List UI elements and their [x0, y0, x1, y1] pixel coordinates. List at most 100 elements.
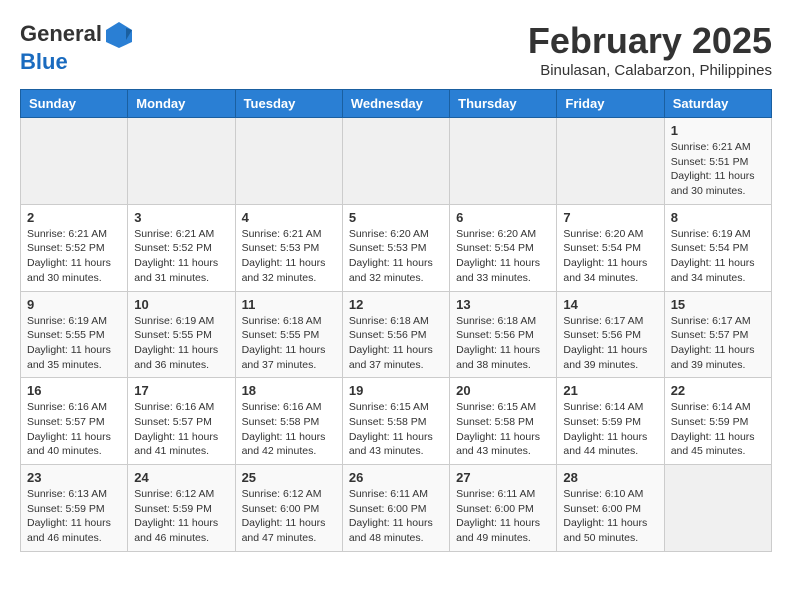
- day-number: 22: [671, 383, 765, 398]
- calendar-cell: 22Sunrise: 6:14 AM Sunset: 5:59 PM Dayli…: [664, 378, 771, 465]
- calendar-cell: [557, 118, 664, 205]
- day-info: Sunrise: 6:12 AM Sunset: 6:00 PM Dayligh…: [242, 487, 336, 546]
- calendar-cell: 10 Sunrise: 6:19 AM Sunset: 5:55 PM Dayli…: [128, 291, 235, 378]
- day-number: 9: [27, 297, 121, 312]
- logo-icon: [104, 20, 134, 50]
- calendar-cell: 9 Sunrise: 6:19 AM Sunset: 5:55 PM Daylig…: [21, 291, 128, 378]
- day-info: Sunrise: 6:19 AM Sunset: 5:55 PM Dayligh…: [134, 314, 228, 373]
- day-number: 8: [671, 210, 765, 225]
- title-area: February 2025 Binulasan, Calabarzon, Phi…: [528, 20, 772, 79]
- day-number: 21: [563, 383, 657, 398]
- col-friday: Friday: [557, 90, 664, 118]
- calendar-header-row: Sunday Monday Tuesday Wednesday Thursday…: [21, 90, 772, 118]
- day-info: Sunrise: 6:21 AM Sunset: 5:51 PM Dayligh…: [671, 140, 765, 199]
- calendar-cell: 3 Sunrise: 6:21 AM Sunset: 5:52 PM Daylig…: [128, 204, 235, 291]
- calendar-cell: [21, 118, 128, 205]
- calendar-cell: [235, 118, 342, 205]
- calendar-cell: 14 Sunrise: 6:17 AM Sunset: 5:56 PM Dayli…: [557, 291, 664, 378]
- day-number: 27: [456, 470, 550, 485]
- day-info: Sunrise: 6:12 AM Sunset: 5:59 PM Dayligh…: [134, 487, 228, 546]
- calendar-cell: 7 Sunrise: 6:20 AM Sunset: 5:54 PM Daylig…: [557, 204, 664, 291]
- day-number: 11: [242, 297, 336, 312]
- day-number: 3: [134, 210, 228, 225]
- calendar-cell: 20 Sunrise: 6:15 AM Sunset: 5:58 PM Dayli…: [450, 378, 557, 465]
- day-info: Sunrise: 6:20 AM Sunset: 5:54 PM Dayligh…: [563, 227, 657, 286]
- day-info: Sunrise: 6:10 AM Sunset: 6:00 PM Dayligh…: [563, 487, 657, 546]
- calendar-cell: 1Sunrise: 6:21 AM Sunset: 5:51 PM Daylig…: [664, 118, 771, 205]
- logo: General Blue: [20, 20, 134, 74]
- calendar-cell: 25 Sunrise: 6:12 AM Sunset: 6:00 PM Dayli…: [235, 465, 342, 552]
- day-number: 28: [563, 470, 657, 485]
- calendar-cell: 16 Sunrise: 6:16 AM Sunset: 5:57 PM Dayli…: [21, 378, 128, 465]
- calendar-cell: 28 Sunrise: 6:10 AM Sunset: 6:00 PM Dayli…: [557, 465, 664, 552]
- calendar-week-2: 2Sunrise: 6:21 AM Sunset: 5:52 PM Daylig…: [21, 204, 772, 291]
- day-info: Sunrise: 6:18 AM Sunset: 5:56 PM Dayligh…: [456, 314, 550, 373]
- calendar-cell: 5Sunrise: 6:20 AM Sunset: 5:53 PM Daylig…: [342, 204, 449, 291]
- day-number: 4: [242, 210, 336, 225]
- calendar-cell: 27 Sunrise: 6:11 AM Sunset: 6:00 PM Dayli…: [450, 465, 557, 552]
- calendar-cell: 11 Sunrise: 6:18 AM Sunset: 5:55 PM Dayli…: [235, 291, 342, 378]
- calendar-cell: [342, 118, 449, 205]
- day-info: Sunrise: 6:21 AM Sunset: 5:52 PM Dayligh…: [134, 227, 228, 286]
- day-number: 17: [134, 383, 228, 398]
- calendar-cell: 4 Sunrise: 6:21 AM Sunset: 5:53 PM Daylig…: [235, 204, 342, 291]
- calendar-week-5: 23Sunrise: 6:13 AM Sunset: 5:59 PM Dayli…: [21, 465, 772, 552]
- day-number: 24: [134, 470, 228, 485]
- day-number: 20: [456, 383, 550, 398]
- day-number: 5: [349, 210, 443, 225]
- day-info: Sunrise: 6:15 AM Sunset: 5:58 PM Dayligh…: [456, 400, 550, 459]
- day-info: Sunrise: 6:17 AM Sunset: 5:56 PM Dayligh…: [563, 314, 657, 373]
- day-info: Sunrise: 6:13 AM Sunset: 5:59 PM Dayligh…: [27, 487, 121, 546]
- calendar-week-3: 9 Sunrise: 6:19 AM Sunset: 5:55 PM Daylig…: [21, 291, 772, 378]
- day-number: 19: [349, 383, 443, 398]
- day-number: 12: [349, 297, 443, 312]
- day-info: Sunrise: 6:16 AM Sunset: 5:57 PM Dayligh…: [27, 400, 121, 459]
- day-info: Sunrise: 6:11 AM Sunset: 6:00 PM Dayligh…: [349, 487, 443, 546]
- calendar-cell: 12 Sunrise: 6:18 AM Sunset: 5:56 PM Dayli…: [342, 291, 449, 378]
- col-sunday: Sunday: [21, 90, 128, 118]
- day-number: 13: [456, 297, 550, 312]
- calendar-cell: 6 Sunrise: 6:20 AM Sunset: 5:54 PM Daylig…: [450, 204, 557, 291]
- day-number: 14: [563, 297, 657, 312]
- calendar-cell: 17 Sunrise: 6:16 AM Sunset: 5:57 PM Dayli…: [128, 378, 235, 465]
- calendar-cell: [664, 465, 771, 552]
- logo-text: General Blue: [20, 20, 134, 74]
- calendar-week-4: 16 Sunrise: 6:16 AM Sunset: 5:57 PM Dayli…: [21, 378, 772, 465]
- calendar-cell: 8Sunrise: 6:19 AM Sunset: 5:54 PM Daylig…: [664, 204, 771, 291]
- day-number: 10: [134, 297, 228, 312]
- calendar-table: Sunday Monday Tuesday Wednesday Thursday…: [20, 89, 772, 552]
- calendar-cell: 2Sunrise: 6:21 AM Sunset: 5:52 PM Daylig…: [21, 204, 128, 291]
- month-year: February 2025: [528, 20, 772, 62]
- day-number: 25: [242, 470, 336, 485]
- calendar-cell: 18 Sunrise: 6:16 AM Sunset: 5:58 PM Dayli…: [235, 378, 342, 465]
- day-info: Sunrise: 6:16 AM Sunset: 5:57 PM Dayligh…: [134, 400, 228, 459]
- day-info: Sunrise: 6:20 AM Sunset: 5:54 PM Dayligh…: [456, 227, 550, 286]
- day-number: 6: [456, 210, 550, 225]
- calendar-cell: 13 Sunrise: 6:18 AM Sunset: 5:56 PM Dayli…: [450, 291, 557, 378]
- day-info: Sunrise: 6:17 AM Sunset: 5:57 PM Dayligh…: [671, 314, 765, 373]
- calendar-cell: 26Sunrise: 6:11 AM Sunset: 6:00 PM Dayli…: [342, 465, 449, 552]
- calendar-week-1: 1Sunrise: 6:21 AM Sunset: 5:51 PM Daylig…: [21, 118, 772, 205]
- location: Binulasan, Calabarzon, Philippines: [528, 62, 772, 79]
- day-info: Sunrise: 6:18 AM Sunset: 5:55 PM Dayligh…: [242, 314, 336, 373]
- calendar-cell: 23Sunrise: 6:13 AM Sunset: 5:59 PM Dayli…: [21, 465, 128, 552]
- day-number: 7: [563, 210, 657, 225]
- calendar-cell: 15 Sunrise: 6:17 AM Sunset: 5:57 PM Dayli…: [664, 291, 771, 378]
- day-number: 16: [27, 383, 121, 398]
- calendar-cell: 19Sunrise: 6:15 AM Sunset: 5:58 PM Dayli…: [342, 378, 449, 465]
- col-thursday: Thursday: [450, 90, 557, 118]
- col-wednesday: Wednesday: [342, 90, 449, 118]
- calendar-cell: 21Sunrise: 6:14 AM Sunset: 5:59 PM Dayli…: [557, 378, 664, 465]
- day-info: Sunrise: 6:21 AM Sunset: 5:53 PM Dayligh…: [242, 227, 336, 286]
- header: General Blue February 2025 Binulasan, Ca…: [20, 20, 772, 79]
- day-number: 15: [671, 297, 765, 312]
- calendar-cell: [450, 118, 557, 205]
- day-info: Sunrise: 6:16 AM Sunset: 5:58 PM Dayligh…: [242, 400, 336, 459]
- day-info: Sunrise: 6:21 AM Sunset: 5:52 PM Dayligh…: [27, 227, 121, 286]
- day-number: 18: [242, 383, 336, 398]
- day-info: Sunrise: 6:11 AM Sunset: 6:00 PM Dayligh…: [456, 487, 550, 546]
- col-tuesday: Tuesday: [235, 90, 342, 118]
- day-info: Sunrise: 6:18 AM Sunset: 5:56 PM Dayligh…: [349, 314, 443, 373]
- col-saturday: Saturday: [664, 90, 771, 118]
- day-info: Sunrise: 6:19 AM Sunset: 5:55 PM Dayligh…: [27, 314, 121, 373]
